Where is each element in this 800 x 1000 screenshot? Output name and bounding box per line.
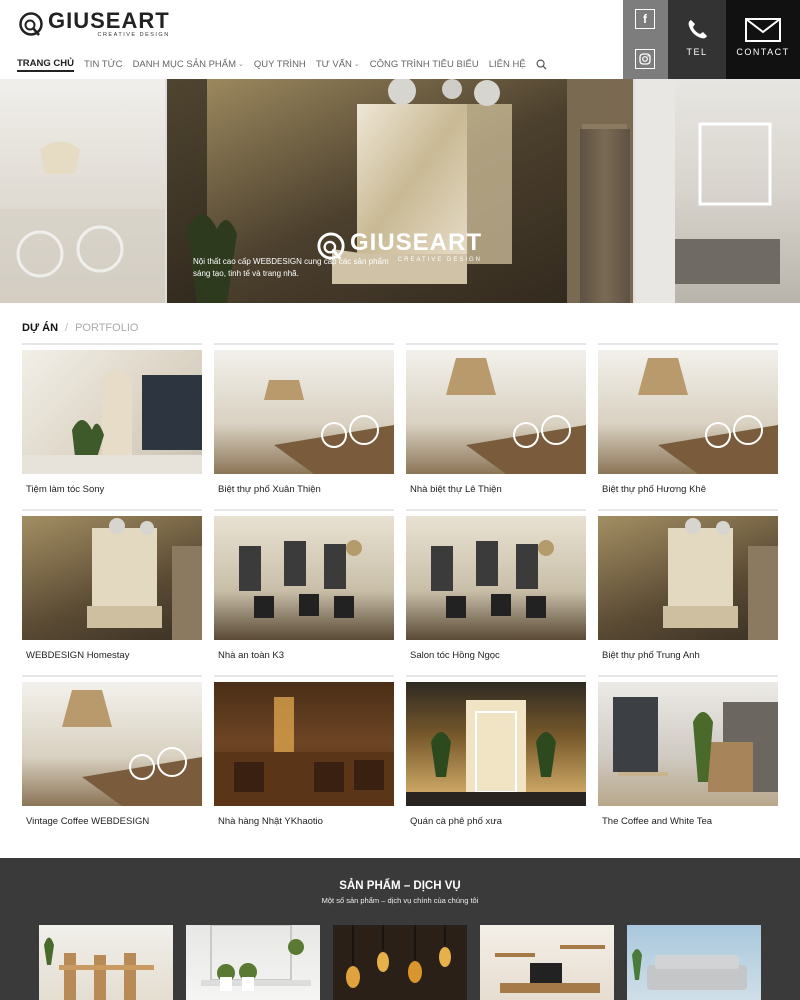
tel-button[interactable]: TEL	[668, 0, 726, 79]
project-title: WEBDESIGN Homestay	[26, 650, 130, 661]
hero-image-right	[635, 79, 800, 303]
services-subtitle: Một số sản phẩm – dịch vụ chính của chún…	[321, 896, 479, 905]
nav-item-cong-trinh-tieu-bieu[interactable]: CÔNG TRÌNH TIÊU BIỂU	[370, 56, 479, 72]
project-card[interactable]: Biệt thự phố Xuân Thiện	[214, 343, 394, 495]
tab-portfolio[interactable]: PORTFOLIO	[75, 322, 138, 334]
nav-item-lien-he[interactable]: LIÊN HỆ	[489, 56, 526, 72]
project-image	[22, 516, 202, 640]
nav-item-danh-muc-san-pham[interactable]: DANH MỤC SẢN PHẨM ⌄	[133, 56, 244, 72]
service-card[interactable]	[39, 925, 173, 1000]
project-card[interactable]: Nhà biệt thự Lê Thiện	[406, 343, 586, 495]
tel-label: TEL	[686, 47, 708, 57]
project-title: Biệt thự phố Hương Khê	[602, 484, 706, 495]
tab-du-an[interactable]: DỰ ÁN	[22, 322, 58, 334]
contact-label: CONTACT	[736, 47, 790, 57]
projects-heading: DỰ ÁN / PORTFOLIO	[22, 322, 138, 334]
project-card[interactable]: The Coffee and White Tea	[598, 675, 778, 827]
project-title: Nhà hàng Nhật YKhaotio	[218, 816, 323, 827]
nav-item-trang-chu[interactable]: TRANG CHỦ	[17, 56, 74, 72]
main-nav: TRANG CHỦ TIN TỨC DANH MỤC SẢN PHẨM ⌄ QUY…	[17, 56, 547, 72]
project-image	[214, 682, 394, 806]
social-links: f	[623, 0, 668, 79]
chevron-down-icon: ⌄	[238, 61, 244, 68]
chevron-down-icon: ⌄	[353, 61, 360, 68]
project-image	[598, 516, 778, 640]
project-card[interactable]: Salon tóc Hồng Ngọc	[406, 509, 586, 661]
service-card[interactable]	[186, 925, 320, 1000]
site-logo[interactable]: GIUSEART CREATIVE DESIGN	[18, 10, 170, 39]
nav-item-quy-trinh[interactable]: QUY TRÌNH	[254, 56, 306, 72]
instagram-icon[interactable]	[635, 49, 655, 69]
heading-separator: /	[65, 322, 69, 334]
services-title: SẢN PHẨM – DỊCH VỤ	[339, 880, 461, 892]
project-title: Nhà biệt thự Lê Thiện	[410, 484, 502, 495]
hero-slider[interactable]: GIUSEART CREATIVE DESIGN Nội thất cao cấ…	[0, 79, 800, 303]
hero-image-left	[0, 79, 165, 303]
contact-button[interactable]: CONTACT	[726, 0, 800, 79]
logo-tagline: CREATIVE DESIGN	[97, 32, 170, 38]
project-title: Vintage Coffee WEBDESIGN	[26, 816, 150, 827]
project-title: The Coffee and White Tea	[602, 816, 713, 827]
project-card[interactable]: Biệt thự phố Trung Anh	[598, 509, 778, 661]
project-image	[598, 682, 778, 806]
hero-caption: Nội thất cao cấp WEBDESIGN cung cấp các …	[193, 257, 389, 278]
facebook-icon[interactable]: f	[635, 9, 655, 29]
service-card[interactable]	[480, 925, 614, 1000]
project-title: Tiệm làm tóc Sony	[26, 484, 105, 495]
hero-door	[580, 129, 630, 303]
search-icon[interactable]	[536, 59, 547, 70]
project-image	[598, 350, 778, 474]
project-title: Nhà an toàn K3	[218, 650, 285, 661]
service-card[interactable]	[627, 925, 761, 1000]
project-title: Biệt thự phố Trung Anh	[602, 650, 700, 661]
project-image	[22, 682, 202, 806]
project-card[interactable]: Quán cà phê phố xưa	[406, 675, 586, 827]
project-image	[214, 516, 394, 640]
services-section: SẢN PHẨM – DỊCH VỤ Một số sản phẩm – dịc…	[0, 858, 800, 1000]
project-image	[406, 682, 586, 806]
phone-icon	[688, 20, 707, 39]
service-card[interactable]	[333, 925, 467, 1000]
project-image	[406, 516, 586, 640]
project-card[interactable]: WEBDESIGN Homestay	[22, 509, 202, 661]
project-card[interactable]: Nhà an toàn K3	[214, 509, 394, 661]
project-image	[406, 350, 586, 474]
project-card[interactable]: Biệt thự phố Hương Khê	[598, 343, 778, 495]
nav-item-tin-tuc[interactable]: TIN TỨC	[84, 56, 123, 72]
logo-mark-icon	[19, 12, 43, 37]
project-title: Biệt thự phố Xuân Thiện	[218, 484, 321, 495]
project-card[interactable]: Nhà hàng Nhật YKhaotio	[214, 675, 394, 827]
envelope-icon	[745, 18, 781, 42]
project-card[interactable]: Vintage Coffee WEBDESIGN	[22, 675, 202, 827]
hero-logo-name: GIUSEART	[350, 229, 483, 256]
site-header: GIUSEART CREATIVE DESIGN TRANG CHỦ TIN T…	[0, 0, 800, 80]
project-card[interactable]: Tiệm làm tóc Sony	[22, 343, 202, 495]
project-title: Quán cà phê phố xưa	[410, 816, 502, 827]
nav-item-tu-van[interactable]: TƯ VẤN ⌄	[316, 56, 360, 72]
project-image	[22, 350, 202, 474]
logo-name: GIUSEART	[48, 8, 170, 33]
project-title: Salon tóc Hồng Ngọc	[410, 650, 500, 661]
project-image	[214, 350, 394, 474]
